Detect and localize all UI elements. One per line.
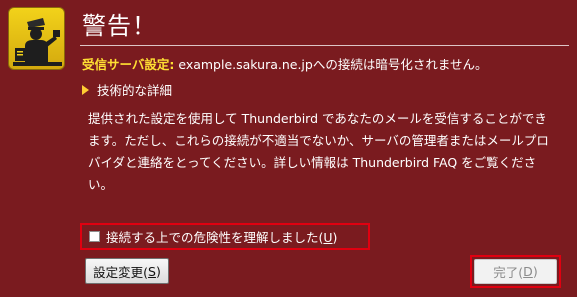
title-divider <box>80 45 569 46</box>
warning-dialog: 警告！ 受信サーバ設定: example.sakura.ne.jpへの接続は暗号… <box>0 0 577 297</box>
triangle-right-icon <box>82 84 89 95</box>
dialog-body-text: 提供された設定を使用して Thunderbird であなたのメールを受信すること… <box>88 111 549 192</box>
understand-risk-checkbox[interactable]: 接続する上での危険性を理解しました(U) <box>80 223 370 250</box>
warning-text: example.sakura.ne.jpへの接続は暗号化されません。 <box>174 57 488 72</box>
dialog-title: 警告！ <box>82 12 157 40</box>
warning-label: 受信サーバ設定: <box>82 57 175 72</box>
customs-officer-icon <box>8 7 65 70</box>
understand-risk-label: 接続する上での危険性を理解しました(U) <box>106 230 338 245</box>
technical-details-toggle[interactable]: 技術的な詳細 <box>82 80 172 99</box>
checkbox-box[interactable] <box>89 231 100 242</box>
warning-message: 受信サーバ設定: example.sakura.ne.jpへの接続は暗号化されま… <box>82 54 487 73</box>
change-settings-button[interactable]: 設定変更(S) <box>85 258 169 284</box>
technical-details-label: 技術的な詳細 <box>97 83 173 98</box>
done-button[interactable]: 完了(D) <box>474 259 557 284</box>
